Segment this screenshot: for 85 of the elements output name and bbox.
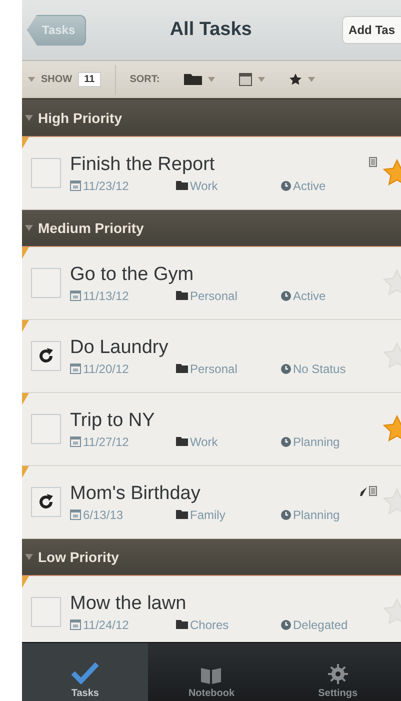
due-date: 11/13/12 <box>83 288 129 302</box>
group-header[interactable]: High Priority <box>22 100 401 137</box>
folder-sort-icon[interactable] <box>184 74 202 85</box>
group-title: High Priority <box>38 110 122 126</box>
repeat-icon <box>37 493 55 511</box>
folder-label: Work <box>190 178 218 192</box>
tab[interactable]: Notebook <box>148 643 275 701</box>
calendar-icon <box>70 363 81 374</box>
task-row[interactable]: Trip to NY 11/27/12 Work Planning <box>22 393 401 466</box>
folder-icon <box>176 620 188 629</box>
folder-label: Family <box>190 508 226 522</box>
group-header[interactable]: Medium Priority <box>22 210 401 247</box>
caret-icon <box>308 77 315 82</box>
caret-icon <box>208 77 215 82</box>
calendar-icon <box>70 619 81 630</box>
status-label: Planning <box>293 434 340 448</box>
priority-flag-icon <box>22 247 29 259</box>
repeat-button[interactable] <box>31 487 61 517</box>
add-task-button[interactable]: Add Tas <box>342 16 401 44</box>
due-date: 11/23/12 <box>83 178 129 192</box>
task-checkbox[interactable] <box>31 158 61 188</box>
folder-icon <box>176 364 188 373</box>
status-label: Active <box>293 178 326 192</box>
priority-flag-icon <box>22 466 29 478</box>
task-title: Finish the Report <box>70 154 216 176</box>
status-label: Planning <box>293 508 340 522</box>
calendar-icon <box>70 290 81 301</box>
task-title: Trip to NY <box>70 410 156 432</box>
task-row[interactable]: Go to the Gym 11/13/12 Personal Active <box>22 247 401 320</box>
task-row[interactable]: Mom's Birthday 6/13/13 Family Planning <box>22 466 401 539</box>
task-row[interactable]: Do Laundry 11/20/12 Personal No Status <box>22 320 401 393</box>
group-title: Low Priority <box>38 549 119 565</box>
folder-icon <box>176 291 188 300</box>
task-title: Mom's Birthday <box>70 482 202 504</box>
task-title: Go to the Gym <box>70 264 195 286</box>
calendar-icon <box>70 436 81 447</box>
book-icon <box>200 666 222 684</box>
due-date: 6/13/13 <box>83 508 124 522</box>
screen-title: All Tasks <box>168 19 253 41</box>
show-count[interactable]: 11 <box>78 72 101 87</box>
folder-icon <box>176 181 188 190</box>
clock-icon <box>281 510 291 520</box>
priority-flag-icon <box>22 576 29 588</box>
clock-icon <box>281 620 291 630</box>
group-header[interactable]: Low Priority <box>22 539 401 576</box>
priority-flag-icon <box>22 320 29 332</box>
star-sort-icon[interactable] <box>288 73 302 86</box>
due-date: 11/27/12 <box>83 434 129 448</box>
sort-label: SORT: <box>130 74 160 85</box>
clock-icon <box>281 180 291 190</box>
tab[interactable]: Settings <box>274 643 401 701</box>
clock-icon <box>281 290 291 300</box>
due-date: 11/20/12 <box>83 362 129 376</box>
show-label: SHOW <box>41 74 72 85</box>
calendar-icon <box>70 180 81 191</box>
caret-icon <box>28 77 35 82</box>
task-title: Do Laundry <box>70 336 170 358</box>
due-date: 11/24/12 <box>83 618 129 632</box>
clock-icon <box>281 436 291 446</box>
priority-flag-icon <box>22 137 29 149</box>
folder-label: Personal <box>190 288 238 302</box>
task-row[interactable]: Finish the Report 11/23/12 Work Active <box>22 137 401 210</box>
calendar-sort-icon[interactable] <box>238 73 252 86</box>
folder-icon <box>176 510 188 519</box>
task-checkbox[interactable] <box>31 414 61 444</box>
status-label: Active <box>293 288 326 302</box>
checkmark-icon <box>71 662 100 684</box>
clock-icon <box>281 364 291 374</box>
folder-label: Personal <box>190 362 238 376</box>
priority-flag-icon <box>22 393 29 405</box>
caret-icon <box>258 77 265 82</box>
tab[interactable]: Tasks <box>22 643 148 701</box>
folder-label: Work <box>190 434 218 448</box>
task-title: Mow the lawn <box>70 592 188 614</box>
settings-icon <box>328 664 348 684</box>
status-label: Delegated <box>293 618 348 632</box>
folder-icon <box>176 437 188 446</box>
group-title: Medium Priority <box>38 220 144 236</box>
task-checkbox[interactable] <box>31 268 61 298</box>
calendar-icon <box>70 509 81 520</box>
task-checkbox[interactable] <box>31 597 61 627</box>
status-label: No Status <box>293 362 346 376</box>
repeat-icon <box>37 347 55 365</box>
folder-label: Chores <box>190 618 229 632</box>
repeat-button[interactable] <box>31 341 61 371</box>
